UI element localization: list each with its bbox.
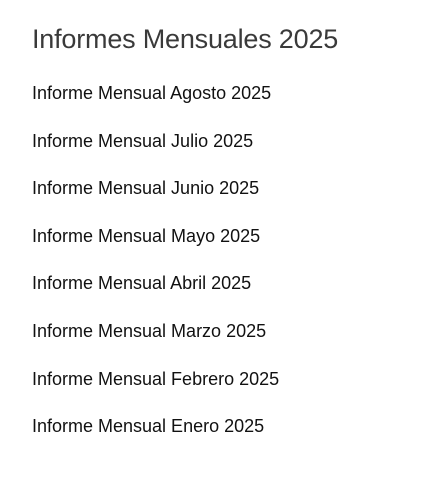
- list-item: Informe Mensual Julio 2025: [32, 128, 279, 176]
- report-list: Informe Mensual Agosto 2025 Informe Mens…: [32, 80, 279, 461]
- list-item: Informe Mensual Enero 2025: [32, 413, 279, 461]
- report-link-agosto-2025[interactable]: Informe Mensual Agosto 2025: [32, 80, 271, 106]
- monthly-reports-page: Informes Mensuales 2025 Informe Mensual …: [0, 0, 430, 484]
- report-link-julio-2025[interactable]: Informe Mensual Julio 2025: [32, 128, 253, 154]
- report-link-marzo-2025[interactable]: Informe Mensual Marzo 2025: [32, 318, 266, 344]
- list-item: Informe Mensual Marzo 2025: [32, 318, 279, 366]
- list-item: Informe Mensual Mayo 2025: [32, 223, 279, 271]
- report-link-mayo-2025[interactable]: Informe Mensual Mayo 2025: [32, 223, 260, 249]
- report-link-enero-2025[interactable]: Informe Mensual Enero 2025: [32, 413, 264, 439]
- list-item: Informe Mensual Abril 2025: [32, 270, 279, 318]
- list-item: Informe Mensual Agosto 2025: [32, 80, 279, 128]
- report-link-abril-2025[interactable]: Informe Mensual Abril 2025: [32, 270, 251, 296]
- list-item: Informe Mensual Febrero 2025: [32, 366, 279, 414]
- report-link-febrero-2025[interactable]: Informe Mensual Febrero 2025: [32, 366, 279, 392]
- page-title: Informes Mensuales 2025: [32, 24, 339, 54]
- list-item: Informe Mensual Junio 2025: [32, 175, 279, 223]
- report-link-junio-2025[interactable]: Informe Mensual Junio 2025: [32, 175, 259, 201]
